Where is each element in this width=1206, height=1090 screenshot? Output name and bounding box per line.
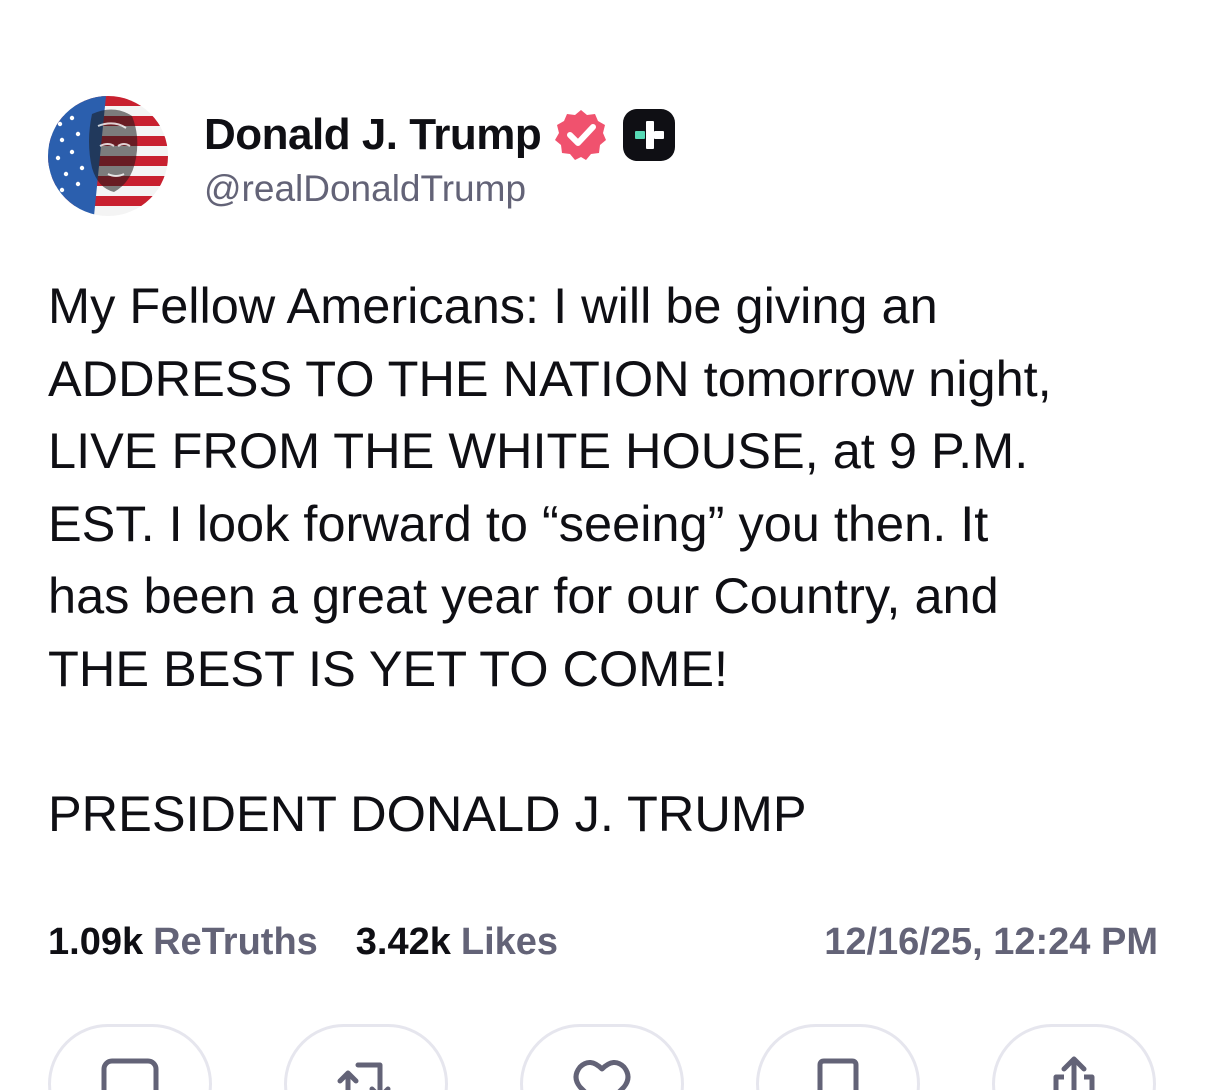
retruths-label: ReTruths: [153, 920, 318, 963]
likes-stat[interactable]: 3.42k Likes: [356, 921, 558, 964]
post-body-text: My Fellow Americans: I will be giving an…: [48, 277, 1052, 842]
verified-badge-icon: [555, 110, 607, 160]
bookmark-icon: [817, 1058, 859, 1090]
author-handle[interactable]: @realDonaldTrump: [204, 168, 677, 210]
name-row: Donald J. Trump: [204, 102, 677, 168]
likes-label: Likes: [460, 920, 559, 963]
flag-portrait-avatar-icon: [48, 96, 168, 216]
like-button[interactable]: [520, 1024, 684, 1090]
author-identity: Donald J. Trump @realDonaldTrump: [204, 102, 677, 210]
likes-count: 3.42k: [355, 920, 451, 963]
share-icon: [1053, 1056, 1095, 1090]
avatar[interactable]: [48, 96, 168, 216]
post-stats: 1.09k ReTruths 3.42k Likes 12/16/25, 12:…: [48, 914, 1158, 970]
post-actions: [48, 1024, 1158, 1090]
bookmark-button[interactable]: [756, 1024, 920, 1090]
retruths-stat[interactable]: 1.09k ReTruths: [48, 921, 318, 964]
truth-plus-icon: [623, 109, 676, 161]
author-display-name[interactable]: Donald J. Trump: [204, 110, 542, 160]
post-timestamp: 12/16/25, 12:24 PM: [824, 920, 1158, 963]
post-header: Donald J. Trump @realDonaldTrump: [48, 96, 677, 216]
heart-icon: [573, 1060, 631, 1090]
retruth-icon: [337, 1062, 391, 1090]
reply-button[interactable]: [48, 1024, 212, 1090]
comment-icon: [101, 1058, 159, 1090]
retruth-button[interactable]: [284, 1024, 448, 1090]
retruths-count: 1.09k: [48, 920, 144, 963]
share-button[interactable]: [992, 1024, 1156, 1090]
